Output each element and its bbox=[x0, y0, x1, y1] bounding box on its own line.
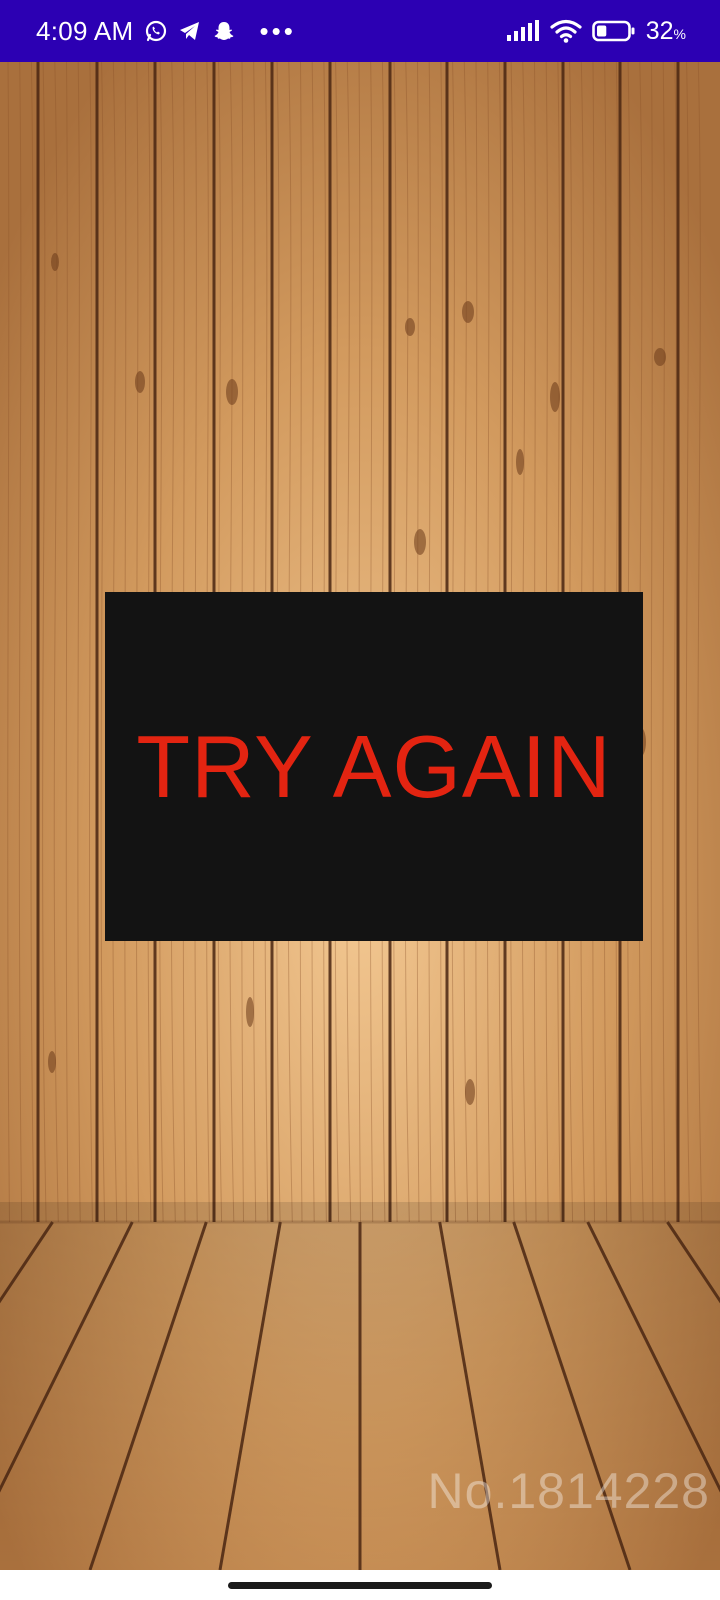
wifi-icon bbox=[550, 19, 582, 43]
status-bar: 4:09 AM ••• 32% bbox=[0, 0, 720, 62]
image-watermark: No.1814228 bbox=[427, 1463, 710, 1519]
battery-percentage: 32% bbox=[646, 17, 686, 46]
battery-value: 32 bbox=[645, 16, 674, 45]
try-again-label: TRY AGAIN bbox=[136, 716, 612, 816]
signal-icon bbox=[506, 20, 540, 42]
battery-unit: % bbox=[673, 25, 686, 42]
status-time: 4:09 AM bbox=[36, 15, 134, 46]
navigation-bar bbox=[0, 1570, 720, 1600]
home-gesture-handle[interactable] bbox=[228, 1581, 492, 1589]
telegram-icon bbox=[178, 19, 202, 43]
status-bar-left: 4:09 AM ••• bbox=[36, 16, 296, 47]
more-notifications-icon: ••• bbox=[259, 16, 296, 46]
snapchat-icon bbox=[212, 19, 236, 43]
whatsapp-icon bbox=[144, 19, 168, 43]
status-bar-right: 32% bbox=[506, 17, 686, 46]
battery-icon bbox=[591, 20, 636, 42]
try-again-button[interactable]: TRY AGAIN bbox=[105, 592, 643, 941]
